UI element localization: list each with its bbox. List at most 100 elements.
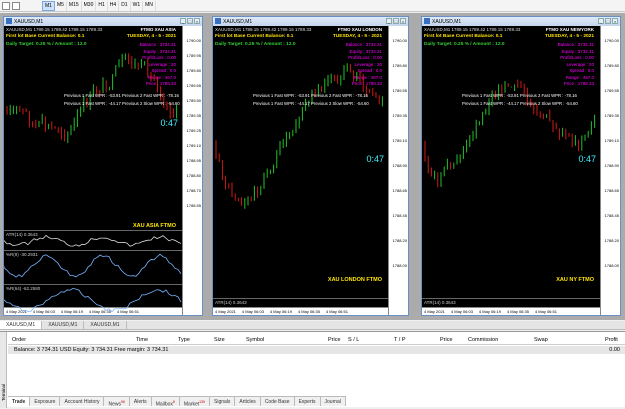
col-sl[interactable]: S / L (348, 337, 359, 343)
toolbar: M1 M5 M15 M30 H1 H4 D1 W1 MN (0, 0, 625, 12)
balance-text: Balance: 3 734.31 USD Equity: 3 734.31 F… (14, 347, 169, 353)
timeframe-m1[interactable]: M1 (42, 0, 55, 11)
chart-tab[interactable]: XAUUSD,M1 (84, 321, 127, 329)
minimize-icon[interactable]: _ (180, 18, 186, 24)
chart-tab[interactable]: XAUUSD,M1 (0, 321, 43, 329)
chart-area[interactable]: XAUUSD,M1 1789.15 1789.42 1789.15 1789.3… (213, 26, 408, 315)
wpr-line-2: Previous 1 Fast WPR : -44.17 Previous 2 … (64, 101, 180, 106)
terminal-tabs: Trade Exposure Account History News96 Alerts… (8, 396, 346, 408)
time-axis[interactable]: 4 May 2021 4 May 06:03 4 May 06:19 4 May 06… (422, 307, 600, 315)
tab-code-base[interactable]: Code Base (261, 397, 295, 406)
price-tick: 1789.80 (392, 63, 407, 68)
chart-area[interactable]: XAUUSD,M1 1789.15 1789.42 1789.15 1789.3… (422, 26, 620, 315)
window-controls: _ □ × (386, 18, 406, 24)
timeframe-m5[interactable]: M5 (55, 0, 67, 11)
chart-area[interactable]: XAUUSD,M1 1789.15 1789.42 1789.15 1789.3… (4, 26, 202, 315)
chart-window-2[interactable]: XAUUSD,M1 _ □ × XAUUSD,M1 1789.15 1789.4… (212, 16, 409, 316)
tab-trade[interactable]: Trade (8, 397, 31, 406)
chart-window-3[interactable]: XAUUSD,M1 _ □ × XAUUSD,M1 1789.15 1789.4… (421, 16, 621, 316)
close-icon[interactable]: × (194, 18, 200, 24)
time-tick: 4 May 06:35 (297, 309, 320, 314)
col-profit[interactable]: Profit (605, 337, 618, 343)
col-time[interactable]: Time (136, 337, 148, 343)
col-order[interactable]: Order (12, 337, 26, 343)
maximize-icon[interactable]: □ (187, 18, 193, 24)
tab-label: Signals (214, 399, 231, 405)
indicator-line (4, 234, 182, 247)
price-tick: 1789.95 (186, 53, 201, 58)
maximize-icon[interactable]: □ (605, 18, 611, 24)
timeframe-mn[interactable]: MN (143, 0, 156, 11)
tab-account-history[interactable]: Account History (60, 397, 105, 406)
tab-journal[interactable]: Journal (321, 397, 346, 406)
timeframe-h4[interactable]: H4 (108, 0, 120, 11)
time-tick: 4 May 06:51 (534, 309, 557, 314)
time-tick: 4 May 06:19 (478, 309, 501, 314)
timeframe-h1[interactable]: H1 (96, 0, 108, 11)
terminal-header: Order Time Type Size Symbol Price S / L … (8, 336, 625, 345)
price-tick: 1788.00 (392, 263, 407, 268)
candle-timer: 0:47 (160, 118, 178, 128)
minimize-icon[interactable]: _ (386, 18, 392, 24)
price-axis[interactable]: 1790.00 1789.95 1789.80 1789.65 1789.50 1789.… (182, 26, 202, 315)
time-tick: 4 May 2021 (424, 309, 445, 314)
tab-market[interactable]: Market139 (180, 397, 210, 408)
chart-workspace: XAUUSD,M1 _ □ × XAUUSD,M1 1789.15 1789.4… (0, 13, 625, 320)
chart-tab[interactable]: XAUUSD,M1 (42, 321, 85, 329)
tab-signals[interactable]: Signals (210, 397, 236, 406)
session-label: XAU ASIA FTMO (133, 223, 176, 229)
price-candles (215, 63, 383, 209)
window-titlebar[interactable]: XAUUSD,M1 _ □ × (4, 17, 202, 26)
price-tick: 1790.00 (604, 38, 619, 43)
balance-row[interactable]: Balance: 3 734.31 USD Equity: 3 734.31 F… (8, 346, 625, 354)
price-tick: 1788.20 (604, 238, 619, 243)
maximize-icon[interactable]: □ (393, 18, 399, 24)
col-tp[interactable]: T / P (394, 337, 406, 343)
tab-exposure[interactable]: Exposure (30, 397, 61, 406)
chart-icon (215, 18, 221, 24)
close-icon[interactable]: × (400, 18, 406, 24)
window-title: XAUUSD,M1 (223, 18, 253, 25)
time-tick: 4 May 06:03 (241, 309, 264, 314)
tab-experts[interactable]: Experts (295, 397, 321, 406)
price-axis[interactable]: 1790.00 1789.80 1789.55 1789.35 1789.10 1788.… (600, 26, 620, 315)
timeframe-m15[interactable]: M15 (67, 0, 82, 11)
subwindow-divider[interactable] (213, 298, 388, 299)
col-price[interactable]: Price (328, 337, 341, 343)
price-tick: 1789.35 (186, 113, 201, 118)
col-size[interactable]: Size (214, 337, 225, 343)
timeframe-d1[interactable]: D1 (119, 0, 131, 11)
crosshair-icon[interactable] (12, 1, 20, 10)
col-type[interactable]: Type (178, 337, 190, 343)
price-tick: 1789.55 (604, 88, 619, 93)
window-titlebar[interactable]: XAUUSD,M1 _ □ × (213, 17, 408, 26)
tab-alerts[interactable]: Alerts (130, 397, 152, 406)
price-tick: 1789.80 (186, 68, 201, 73)
tab-mailbox[interactable]: Mailbox8 (152, 397, 180, 408)
tab-news[interactable]: News96 (104, 397, 130, 408)
candle-timer: 0:47 (366, 154, 384, 164)
chart-window-1[interactable]: XAUUSD,M1 _ □ × XAUUSD,M1 1789.15 1789.4… (3, 16, 203, 316)
timeframe-m30[interactable]: M30 (82, 0, 97, 11)
indicator-line (4, 287, 182, 313)
time-tick: 4 May 06:51 (325, 309, 348, 314)
price-axis[interactable]: 1790.00 1789.80 1789.55 1789.35 1789.10 1788.… (388, 26, 408, 315)
wpr-line-1: Previous 1 Fast WPR : -53.91 Previous 2 … (64, 93, 179, 98)
new-chart-icon[interactable] (2, 1, 10, 10)
terminal-panel: Terminal Order Time Type Size Symbol Pri… (0, 331, 625, 408)
timeframe-w1[interactable]: W1 (131, 0, 144, 11)
col-price2[interactable]: Price (440, 337, 453, 343)
tab-label: Account History (64, 399, 100, 405)
window-titlebar[interactable]: XAUUSD,M1 _ □ × (422, 17, 620, 26)
subwindow-divider[interactable] (422, 298, 600, 299)
time-axis[interactable]: 4 May 2021 4 May 06:03 4 May 06:19 4 May 06… (213, 307, 388, 315)
col-symbol[interactable]: Symbol (246, 337, 264, 343)
minimize-icon[interactable]: _ (598, 18, 604, 24)
price-tick: 1788.90 (604, 163, 619, 168)
col-commission[interactable]: Commission (468, 337, 498, 343)
price-tick: 1789.25 (186, 128, 201, 133)
tab-articles[interactable]: Articles (235, 397, 261, 406)
col-swap[interactable]: Swap (534, 337, 548, 343)
close-icon[interactable]: × (612, 18, 618, 24)
price-candles (424, 79, 596, 188)
